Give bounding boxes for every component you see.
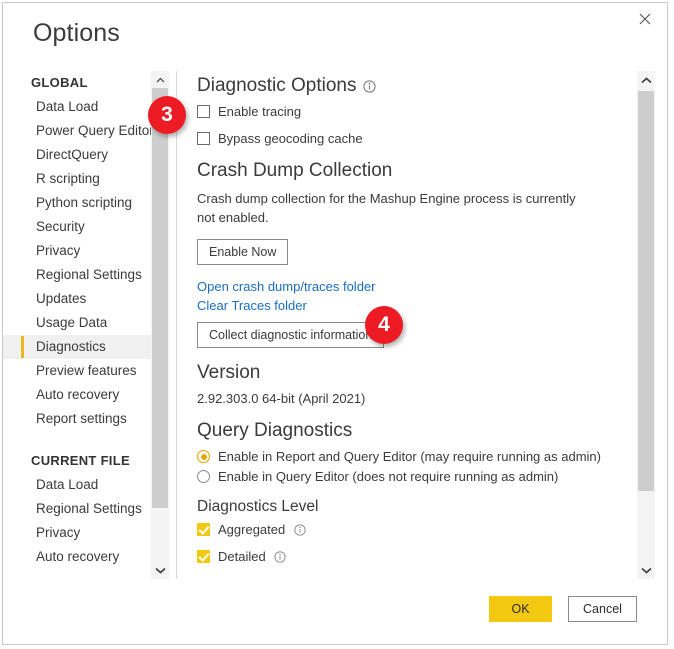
- diagnostics-level-heading: Diagnostics Level: [197, 498, 319, 515]
- chevron-down-icon[interactable]: [151, 561, 169, 579]
- info-icon[interactable]: [274, 550, 287, 563]
- diagnostic-options-heading: Diagnostic Options: [197, 75, 631, 97]
- collect-diagnostic-information-button[interactable]: Collect diagnostic information: [197, 322, 385, 348]
- sidebar-item-label: Preview features: [36, 363, 137, 378]
- enable-now-button[interactable]: Enable Now: [197, 239, 289, 265]
- sidebar-item-report-settings[interactable]: Report settings: [3, 407, 151, 431]
- content-scrollbar-thumb[interactable]: [638, 91, 654, 491]
- sidebar-item-label: Report settings: [36, 411, 127, 426]
- sidebar-item-label: Python scripting: [36, 195, 133, 210]
- sidebar-item-label: Auto recovery: [36, 549, 120, 564]
- enable-tracing-checkbox-row[interactable]: Enable tracing: [197, 104, 631, 119]
- annotation-badge-3: 3: [148, 96, 186, 134]
- sidebar-item-label: Regional Settings: [36, 267, 142, 282]
- sidebar-item-directquery[interactable]: DirectQuery: [3, 143, 151, 167]
- enable-query-editor-label: Enable in Query Editor (does not require…: [218, 469, 559, 484]
- chevron-up-icon[interactable]: [151, 71, 169, 89]
- query-diagnostics-heading-text: Query Diagnostics: [197, 420, 353, 441]
- crash-dump-heading-text: Crash Dump Collection: [197, 160, 393, 181]
- enable-query-editor-radio[interactable]: [197, 470, 210, 483]
- detailed-checkbox[interactable]: [197, 550, 210, 563]
- sidebar-item-label: Updates: [36, 291, 87, 306]
- ok-button[interactable]: OK: [489, 596, 552, 622]
- sidebar-item-label: Data Load: [36, 477, 99, 492]
- chevron-down-icon[interactable]: [637, 561, 655, 579]
- info-icon[interactable]: [363, 79, 377, 93]
- sidebar-item-diagnostics[interactable]: Diagnostics: [3, 335, 151, 359]
- enable-report-and-query-editor-radio[interactable]: [197, 450, 210, 463]
- sidebar-scrollbar[interactable]: [151, 71, 169, 579]
- sidebar-item-label: Privacy: [36, 243, 81, 258]
- enable-tracing-checkbox[interactable]: [197, 105, 210, 118]
- sidebar: GLOBAL Data Load Power Query Editor Dire…: [3, 71, 151, 579]
- aggregated-label: Aggregated: [218, 522, 286, 537]
- enable-tracing-label: Enable tracing: [218, 104, 302, 119]
- detailed-label: Detailed: [218, 549, 266, 564]
- aggregated-checkbox[interactable]: [197, 523, 210, 536]
- title-bar: Options: [3, 3, 667, 61]
- clear-traces-folder-link[interactable]: Clear Traces folder: [197, 298, 307, 313]
- sidebar-item-label: Auto recovery: [36, 387, 120, 402]
- sidebar-item-label: DirectQuery: [36, 147, 109, 162]
- sidebar-item-privacy[interactable]: Privacy: [3, 239, 151, 263]
- sidebar-item-power-query-editor[interactable]: Power Query Editor: [3, 119, 151, 143]
- open-crash-dump-folder-link[interactable]: Open crash dump/traces folder: [197, 279, 375, 294]
- sidebar-item-label: Power Query Editor: [36, 123, 151, 138]
- bypass-geocoding-cache-checkbox[interactable]: [197, 132, 210, 145]
- page-title: Options: [33, 19, 120, 47]
- dialog-footer: OK Cancel: [3, 582, 667, 644]
- crash-dump-heading: Crash Dump Collection: [197, 160, 631, 182]
- crash-dump-links: Open crash dump/traces folder Clear Trac…: [197, 279, 631, 313]
- sidebar-item-label: Usage Data: [36, 315, 108, 330]
- sidebar-item-label: Regional Settings: [36, 501, 142, 516]
- aggregated-checkbox-row[interactable]: Aggregated: [197, 522, 631, 537]
- sidebar-item-current-auto-recovery[interactable]: Auto recovery: [3, 545, 151, 569]
- content-scrollbar[interactable]: [637, 71, 655, 579]
- crash-dump-description: Crash dump collection for the Mashup Eng…: [197, 191, 576, 225]
- chevron-up-icon[interactable]: [637, 71, 655, 89]
- sidebar-item-current-privacy[interactable]: Privacy: [3, 521, 151, 545]
- close-icon[interactable]: [627, 5, 663, 33]
- sidebar-scrollbar-thumb[interactable]: [152, 88, 168, 508]
- sidebar-item-data-load[interactable]: Data Load: [3, 95, 151, 119]
- sidebar-item-updates[interactable]: Updates: [3, 287, 151, 311]
- query-diagnostics-heading: Query Diagnostics: [197, 420, 631, 442]
- enable-report-and-query-editor-label: Enable in Report and Query Editor (may r…: [218, 449, 601, 464]
- sidebar-item-current-regional-settings[interactable]: Regional Settings: [3, 497, 151, 521]
- sidebar-item-label: R scripting: [36, 171, 100, 186]
- version-heading: Version: [197, 362, 631, 384]
- sidebar-item-r-scripting[interactable]: R scripting: [3, 167, 151, 191]
- sidebar-item-label: Diagnostics: [36, 339, 106, 354]
- content-pane: Diagnostic Options Enable tracing Bypass…: [177, 71, 631, 579]
- cancel-button[interactable]: Cancel: [568, 596, 637, 622]
- sidebar-group-global-title: GLOBAL: [31, 75, 88, 90]
- sidebar-item-preview-features[interactable]: Preview features: [3, 359, 151, 383]
- version-value: 2.92.303.0 64-bit (April 2021): [197, 391, 366, 406]
- options-dialog: Options GLOBAL Data Load Power Query Edi…: [2, 2, 668, 645]
- detailed-checkbox-row[interactable]: Detailed: [197, 549, 631, 564]
- sidebar-item-label: Privacy: [36, 525, 81, 540]
- annotation-badge-4: 4: [365, 306, 403, 344]
- sidebar-item-python-scripting[interactable]: Python scripting: [3, 191, 151, 215]
- bypass-geocoding-cache-checkbox-row[interactable]: Bypass geocoding cache: [197, 131, 631, 146]
- bypass-geocoding-cache-label: Bypass geocoding cache: [218, 131, 363, 146]
- sidebar-group-current-file-title: CURRENT FILE: [31, 453, 130, 468]
- sidebar-item-usage-data[interactable]: Usage Data: [3, 311, 151, 335]
- info-icon[interactable]: [293, 523, 306, 536]
- diagnostic-options-heading-text: Diagnostic Options: [197, 75, 357, 96]
- sidebar-item-current-data-load[interactable]: Data Load: [3, 473, 151, 497]
- sidebar-item-security[interactable]: Security: [3, 215, 151, 239]
- sidebar-item-label: Security: [36, 219, 85, 234]
- enable-query-editor-radio-row[interactable]: Enable in Query Editor (does not require…: [197, 469, 631, 484]
- version-heading-text: Version: [197, 362, 261, 383]
- sidebar-item-label: Data Load: [36, 99, 99, 114]
- sidebar-item-regional-settings[interactable]: Regional Settings: [3, 263, 151, 287]
- enable-report-and-query-editor-radio-row[interactable]: Enable in Report and Query Editor (may r…: [197, 449, 631, 464]
- sidebar-item-auto-recovery[interactable]: Auto recovery: [3, 383, 151, 407]
